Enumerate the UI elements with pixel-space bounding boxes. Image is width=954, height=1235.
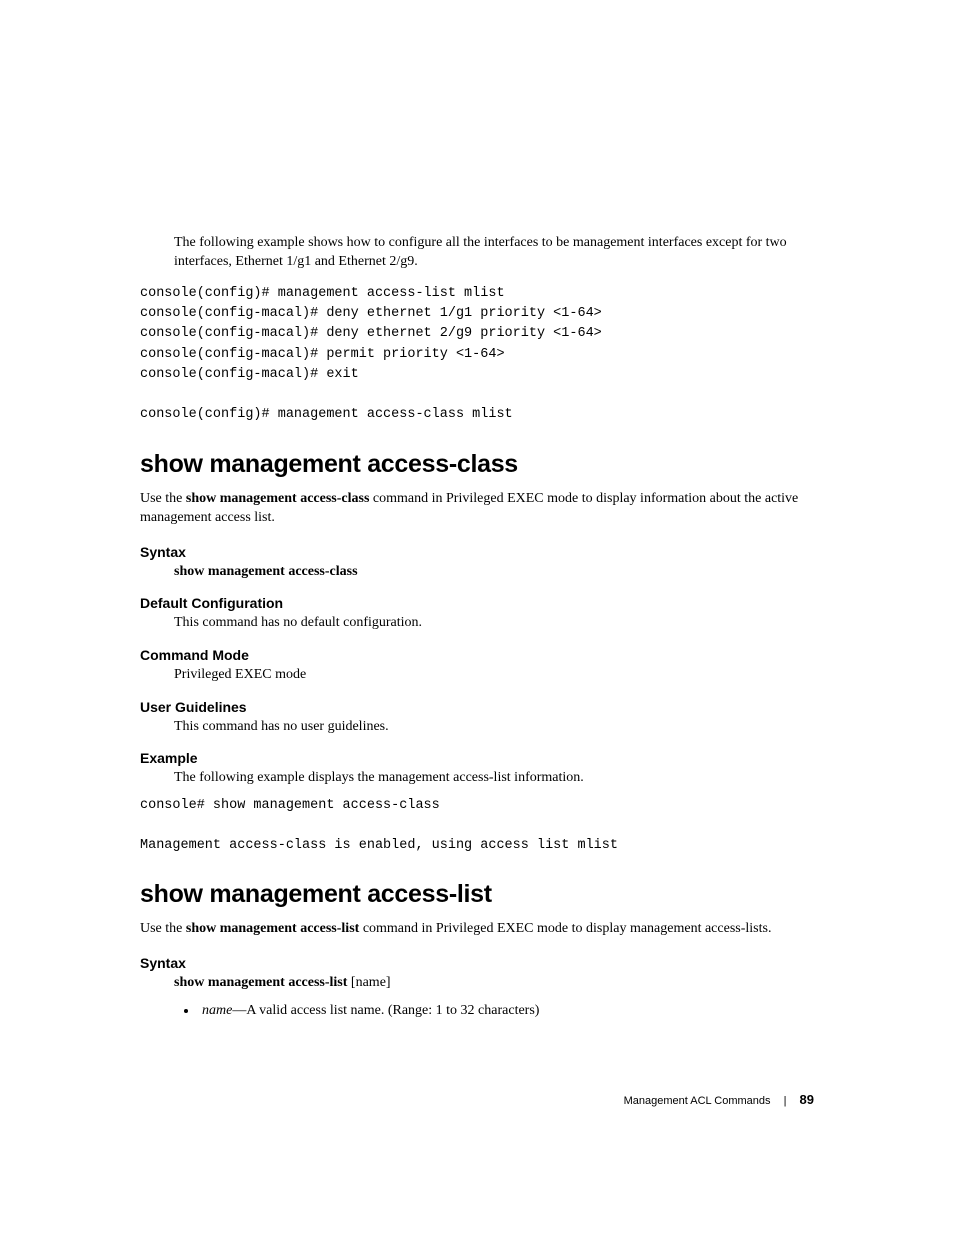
footer-separator: | [784, 1095, 787, 1107]
syntax-arg-list: name—A valid access list name. (Range: 1… [174, 1001, 814, 1021]
document-page: The following example shows how to confi… [0, 0, 954, 1020]
command-mode-body: Privileged EXEC mode [174, 665, 814, 685]
code-block-example-1: console# show management access-class Ma… [140, 796, 814, 857]
syntax-body-2: show management access-list [name] [174, 973, 814, 993]
list-item: name—A valid access list name. (Range: 1… [198, 1001, 814, 1021]
syntax-body: show management access-class [174, 562, 814, 582]
intro-paragraph: The following example shows how to confi… [174, 234, 814, 272]
syntax-label-2: Syntax [140, 955, 814, 971]
section1-description: Use the show management access-class com… [140, 489, 814, 528]
desc-command-bold: show management access-list [186, 921, 359, 936]
syntax-command: show management access-class [174, 564, 358, 579]
example-intro: The following example displays the manag… [174, 768, 814, 788]
desc-command-bold: show management access-class [186, 491, 370, 506]
desc-text: Use the [140, 921, 186, 936]
footer-title: Management ACL Commands [624, 1095, 771, 1107]
section-heading-show-management-access-class: show management access-class [140, 450, 814, 479]
desc-text: Use the [140, 491, 186, 506]
example-label: Example [140, 750, 814, 766]
page-number: 89 [800, 1092, 814, 1107]
arg-name-italic: name [202, 1003, 232, 1018]
default-configuration-body: This command has no default configuratio… [174, 613, 814, 633]
syntax-arg: [name] [351, 975, 391, 990]
user-guidelines-body: This command has no user guidelines. [174, 717, 814, 737]
section-heading-show-management-access-list: show management access-list [140, 880, 814, 909]
page-footer: Management ACL Commands | 89 [624, 1092, 814, 1107]
syntax-command-2: show management access-list [174, 975, 351, 990]
arg-desc: —A valid access list name. (Range: 1 to … [232, 1003, 539, 1018]
syntax-label: Syntax [140, 544, 814, 560]
command-mode-label: Command Mode [140, 647, 814, 663]
desc-text: command in Privileged EXEC mode to displ… [359, 921, 771, 936]
code-block-1: console(config)# management access-list … [140, 284, 814, 426]
default-configuration-label: Default Configuration [140, 595, 814, 611]
section2-description: Use the show management access-list comm… [140, 919, 814, 939]
user-guidelines-label: User Guidelines [140, 699, 814, 715]
